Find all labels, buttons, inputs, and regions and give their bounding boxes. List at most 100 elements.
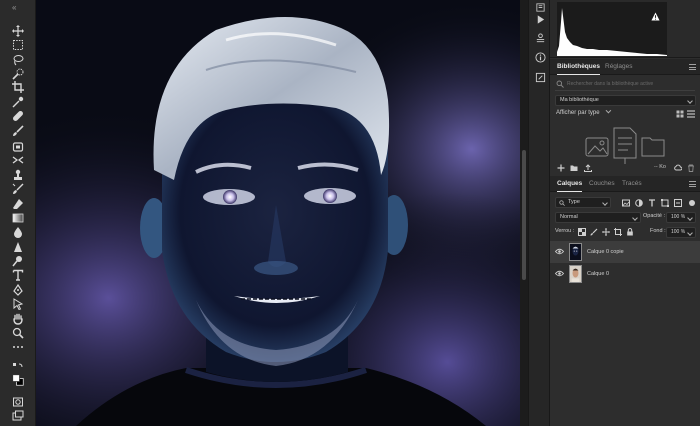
crop-tool-icon[interactable]	[9, 80, 27, 93]
search-icon	[556, 80, 564, 88]
screen-mode-icon[interactable]	[9, 409, 27, 422]
add-element-icon[interactable]	[556, 163, 565, 172]
lock-position-icon[interactable]	[601, 227, 610, 236]
layer-filter-select[interactable]: Type	[555, 197, 611, 208]
lock-transparency-icon[interactable]	[577, 227, 586, 236]
lock-pixels-icon[interactable]	[589, 227, 598, 236]
brush-tool-icon[interactable]	[9, 124, 27, 137]
art-history-brush-icon[interactable]	[9, 182, 27, 195]
view-by-type[interactable]: Afficher par type	[556, 107, 612, 116]
chevron-down-icon	[687, 230, 693, 236]
fill-field[interactable]: 100 %	[666, 227, 696, 238]
libraries-menu-icon[interactable]	[689, 64, 696, 70]
layers-tabs: Calques Couches Tracés	[550, 176, 700, 192]
lock-all-icon[interactable]	[625, 227, 634, 236]
filter-smart-object-icon[interactable]	[673, 198, 682, 207]
marquee-tool-icon[interactable]	[9, 38, 27, 51]
layer-row[interactable]: Calque 0	[550, 263, 700, 285]
color-swatches[interactable]	[9, 372, 27, 388]
move-tool-icon[interactable]	[9, 24, 27, 37]
canvas-scrollbar[interactable]	[520, 0, 528, 426]
filter-pixel-icon[interactable]	[621, 198, 630, 207]
eye-icon[interactable]	[555, 248, 564, 255]
adjustments-icon[interactable]	[534, 32, 546, 44]
layers-menu-icon[interactable]	[689, 181, 696, 187]
opacity-field[interactable]: 100 %	[666, 212, 696, 223]
swap-colors-icon[interactable]	[9, 362, 27, 370]
tab-libraries[interactable]: Bibliothèques	[557, 59, 600, 75]
type-tool-icon[interactable]	[9, 268, 27, 281]
filter-type-icon[interactable]	[647, 198, 656, 207]
cache-warning-icon[interactable]	[651, 12, 660, 21]
layer-name: Calque 0 copie	[587, 249, 624, 255]
filter-toggle-icon[interactable]	[687, 198, 696, 207]
tab-layers[interactable]: Calques	[557, 176, 583, 192]
layer-row[interactable]: Calque 0 copie	[550, 241, 700, 263]
chevron-down-icon	[605, 107, 612, 114]
history-brush-tool-icon[interactable]	[9, 153, 27, 166]
library-select-value: Ma bibliothèque	[560, 97, 599, 103]
histogram-panel	[550, 0, 700, 58]
tab-channels[interactable]: Couches	[589, 176, 615, 192]
quick-select-tool-icon[interactable]	[9, 67, 27, 80]
chevron-down-icon	[687, 215, 693, 221]
play-actions-icon[interactable]	[534, 13, 546, 25]
collapse-toolbar-icon[interactable]: «	[12, 3, 16, 12]
library-search	[555, 78, 695, 91]
brush-settings-icon[interactable]	[534, 71, 546, 83]
cloud-sync-icon[interactable]	[673, 163, 682, 172]
upload-icon[interactable]	[583, 163, 592, 172]
hand-tool-icon[interactable]	[9, 312, 27, 325]
pen-tool-icon[interactable]	[9, 283, 27, 296]
zoom-tool-icon[interactable]	[9, 326, 27, 339]
lock-artboard-icon[interactable]	[613, 227, 622, 236]
fill-label: Fond :	[650, 228, 666, 234]
panel-icon-strip	[528, 0, 550, 426]
eyedropper-tool-icon[interactable]	[9, 95, 27, 108]
gradient-tool-icon[interactable]	[9, 211, 27, 224]
search-icon	[559, 200, 565, 206]
layer-filter-value: Type	[568, 199, 580, 205]
quick-mask-icon[interactable]	[9, 395, 27, 408]
view-by-type-label: Afficher par type	[556, 110, 600, 116]
eye-icon[interactable]	[555, 270, 564, 277]
stamp-tool-icon[interactable]	[9, 140, 27, 153]
layer-thumbnail	[569, 265, 582, 283]
scrollbar-thumb[interactable]	[522, 150, 526, 280]
filter-shape-icon[interactable]	[660, 198, 669, 207]
blend-mode-value: Normal	[560, 214, 578, 220]
eraser-tool-icon[interactable]	[9, 197, 27, 210]
sharpen-tool-icon[interactable]	[9, 240, 27, 253]
document-canvas[interactable]	[36, 0, 520, 426]
list-view-icon[interactable]	[686, 109, 695, 118]
libraries-tabs: Bibliothèques Réglages	[550, 59, 700, 75]
chevron-down-icon	[632, 215, 638, 221]
library-size: -- Ko	[654, 164, 666, 170]
lasso-tool-icon[interactable]	[9, 53, 27, 66]
library-search-input[interactable]	[567, 78, 693, 90]
info-icon[interactable]	[534, 51, 546, 63]
blend-mode-select[interactable]: Normal	[555, 212, 641, 223]
grid-view-icon[interactable]	[675, 109, 684, 118]
library-select[interactable]: Ma bibliothèque	[555, 95, 696, 106]
layer-name: Calque 0	[587, 271, 610, 277]
tab-adjustments[interactable]: Réglages	[605, 59, 632, 75]
blur-tool-icon[interactable]	[9, 225, 27, 238]
path-select-tool-icon[interactable]	[9, 297, 27, 310]
filter-adjustment-icon[interactable]	[634, 198, 643, 207]
library-empty-illustration	[584, 126, 670, 166]
more-tools-icon[interactable]	[9, 340, 27, 353]
trash-icon[interactable]	[686, 163, 695, 172]
fill-value: 100 %	[671, 229, 686, 235]
tab-paths[interactable]: Tracés	[622, 176, 642, 192]
chevron-down-icon	[687, 98, 693, 104]
healing-tool-icon[interactable]	[9, 109, 27, 122]
right-panels: Bibliothèques Réglages Ma bibliothèque A…	[550, 0, 700, 426]
dodge-tool-icon[interactable]	[9, 254, 27, 267]
histogram-graph	[557, 2, 667, 56]
clone-stamp-tool-icon[interactable]	[9, 168, 27, 181]
learn-icon[interactable]	[534, 1, 546, 13]
tools-panel: «	[0, 0, 36, 426]
folder-icon[interactable]	[569, 163, 578, 172]
layer-thumbnail	[569, 243, 582, 261]
